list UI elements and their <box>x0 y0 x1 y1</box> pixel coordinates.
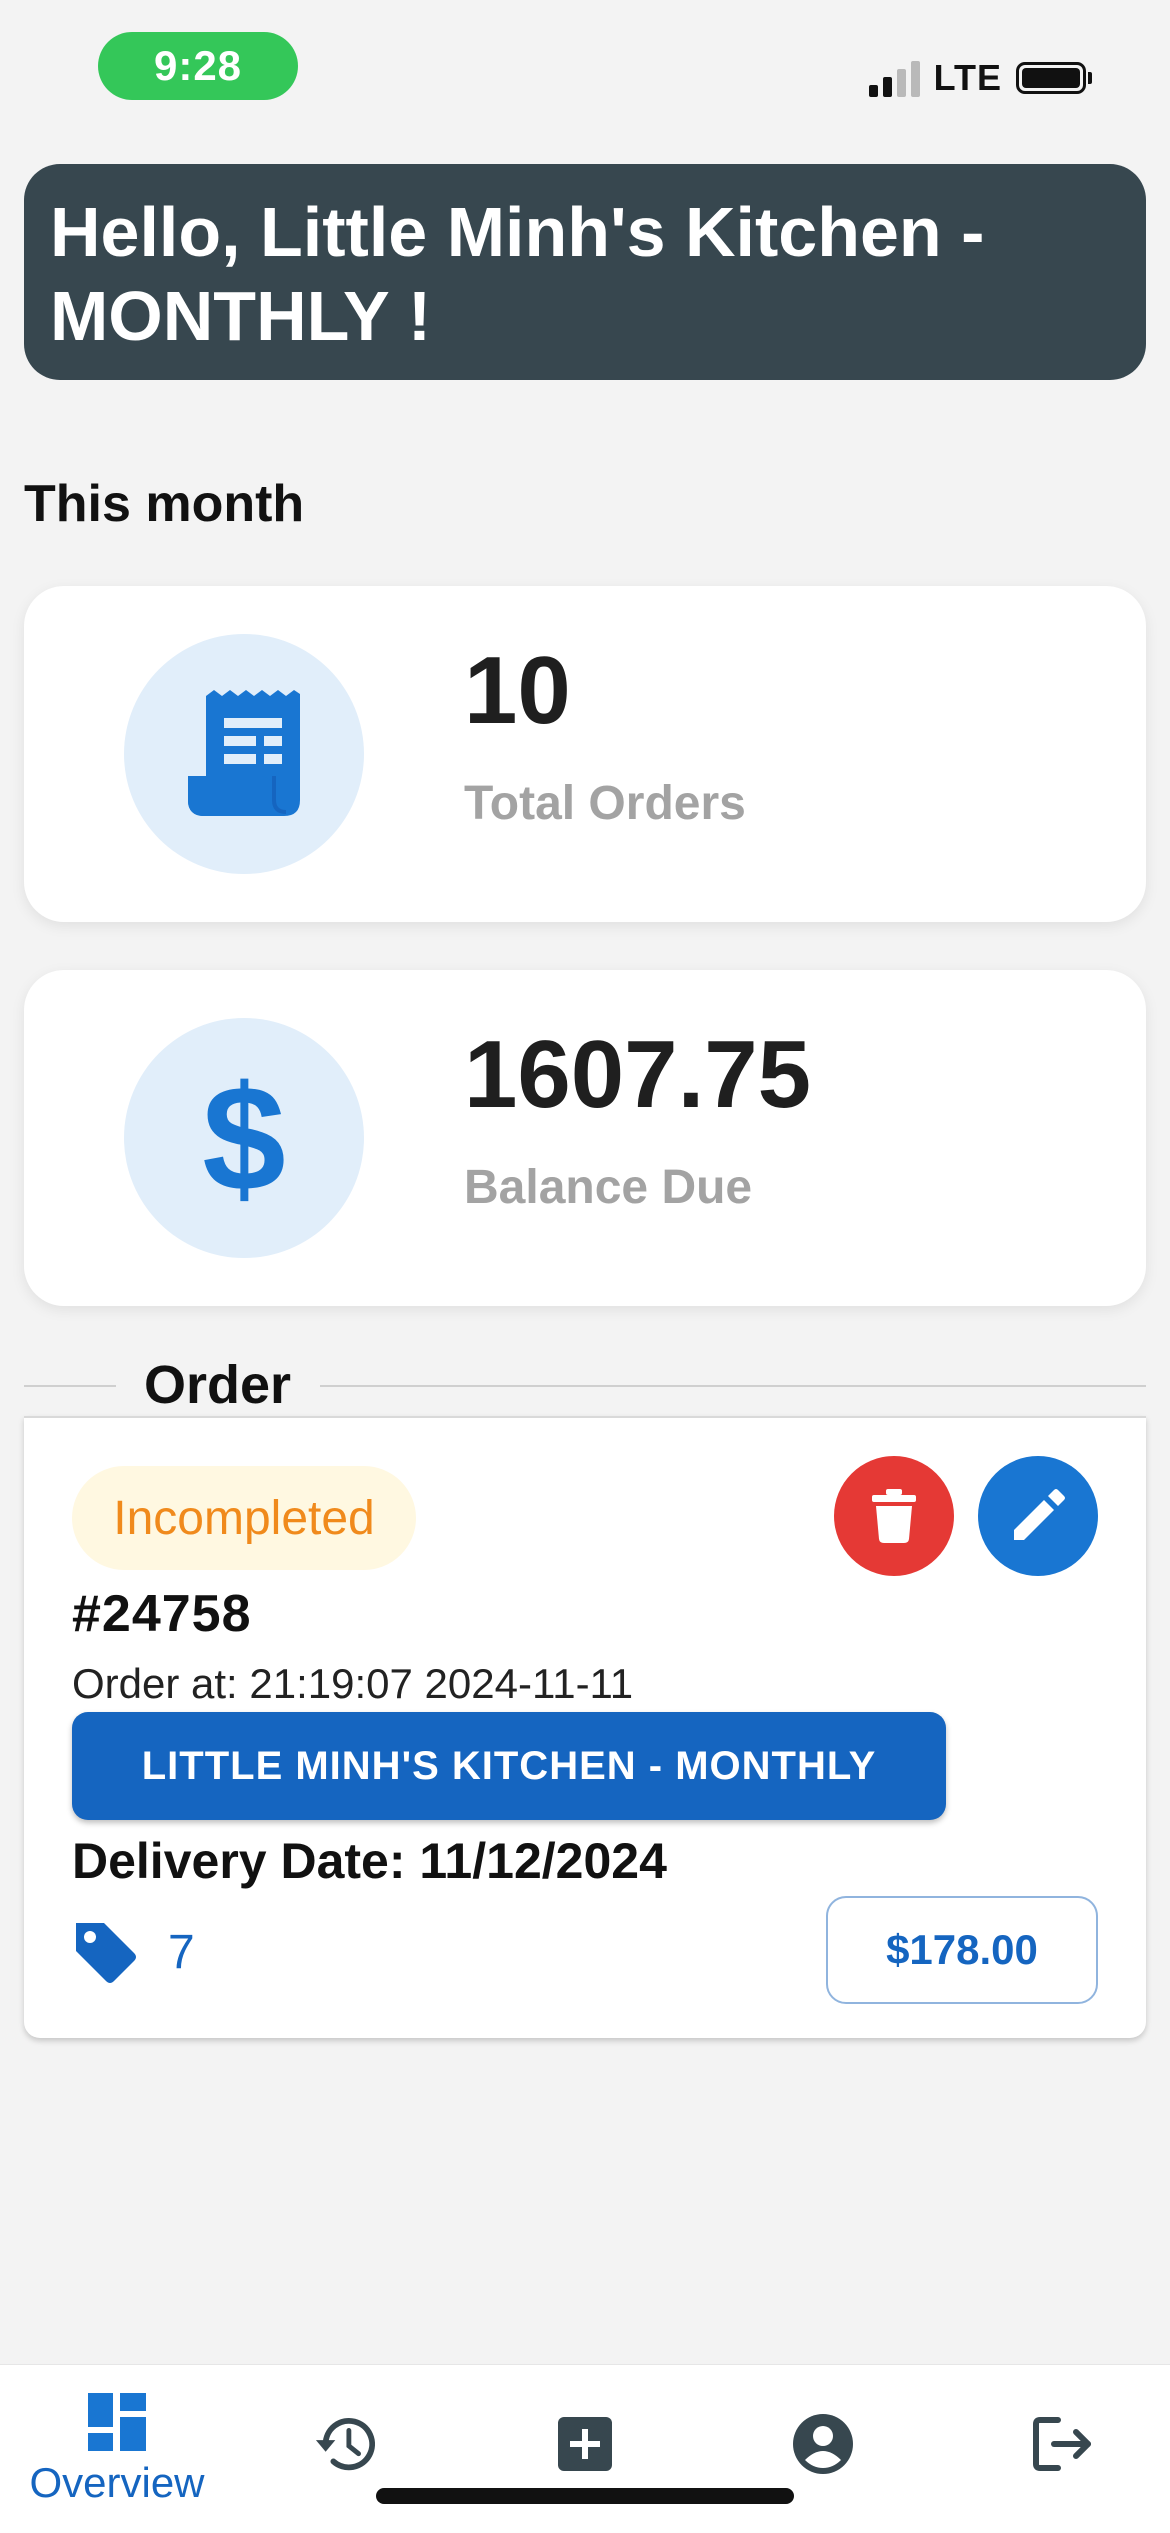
status-bar: 9:28 LTE <box>0 0 1170 140</box>
order-card[interactable]: Incompleted #24758 Order at: 21:19:07 20… <box>24 1416 1146 2038</box>
item-count-value: 7 <box>168 1925 195 1979</box>
order-status-badge: Incompleted <box>72 1466 416 1570</box>
total-orders-card: 10 Total Orders <box>24 586 1146 922</box>
add-box-icon <box>554 2413 616 2475</box>
nav-item-overview[interactable]: Overview <box>0 2365 234 2533</box>
greeting-banner: Hello, Little Minh's Kitchen - MONTHLY ! <box>24 164 1146 380</box>
order-section-title: Order <box>144 1355 292 1415</box>
delivery-date: Delivery Date: 11/12/2024 <box>72 1833 667 1889</box>
trash-icon <box>872 1489 916 1543</box>
divider-line <box>320 1385 1146 1387</box>
customer-name-button[interactable]: LITTLE MINH'S KITCHEN - MONTHLY <box>72 1712 946 1820</box>
status-indicators: LTE <box>868 50 1092 106</box>
tag-icon <box>76 1923 136 1983</box>
delete-order-button[interactable] <box>834 1456 954 1576</box>
balance-due-icon-circle: $ <box>124 1018 364 1258</box>
network-type: LTE <box>933 57 1002 98</box>
balance-due-card: $ 1607.75 Balance Due <box>24 970 1146 1306</box>
nav-label-overview: Overview <box>29 2459 205 2506</box>
dashboard-icon <box>86 2391 148 2453</box>
divider-line <box>24 1385 116 1387</box>
balance-due-value: 1607.75 <box>464 1021 812 1128</box>
edit-order-button[interactable] <box>978 1456 1098 1576</box>
nav-item-history[interactable] <box>228 2365 462 2533</box>
order-id: #24758 <box>72 1585 252 1643</box>
order-section-header: Order <box>24 1350 1146 1420</box>
total-orders-value: 10 <box>464 637 571 744</box>
cellular-signal-icon <box>868 59 920 97</box>
total-orders-icon-circle <box>124 634 364 874</box>
nav-item-add-order[interactable] <box>468 2365 702 2533</box>
bottom-navigation: Overview <box>0 2364 1170 2533</box>
order-timestamp: Order at: 21:19:07 2024-11-11 <box>72 1660 634 1707</box>
history-icon <box>314 2413 376 2475</box>
balance-due-label: Balance Due <box>464 1161 753 1214</box>
home-indicator[interactable] <box>376 2488 794 2504</box>
pencil-icon <box>1014 1489 1065 1540</box>
status-time: 9:28 <box>98 32 298 100</box>
order-total-button[interactable]: $178.00 <box>826 1896 1098 2004</box>
account-circle-icon <box>792 2413 854 2475</box>
order-item-count: 7 <box>72 1912 195 1992</box>
logout-icon <box>1032 2413 1094 2475</box>
nav-item-profile[interactable] <box>706 2365 940 2533</box>
receipt-icon <box>188 690 300 816</box>
total-orders-label: Total Orders <box>464 777 746 830</box>
battery-icon <box>1016 62 1092 94</box>
dollar-icon: $ <box>202 1054 286 1222</box>
section-title: This month <box>24 475 305 533</box>
nav-item-logout[interactable] <box>946 2365 1170 2533</box>
